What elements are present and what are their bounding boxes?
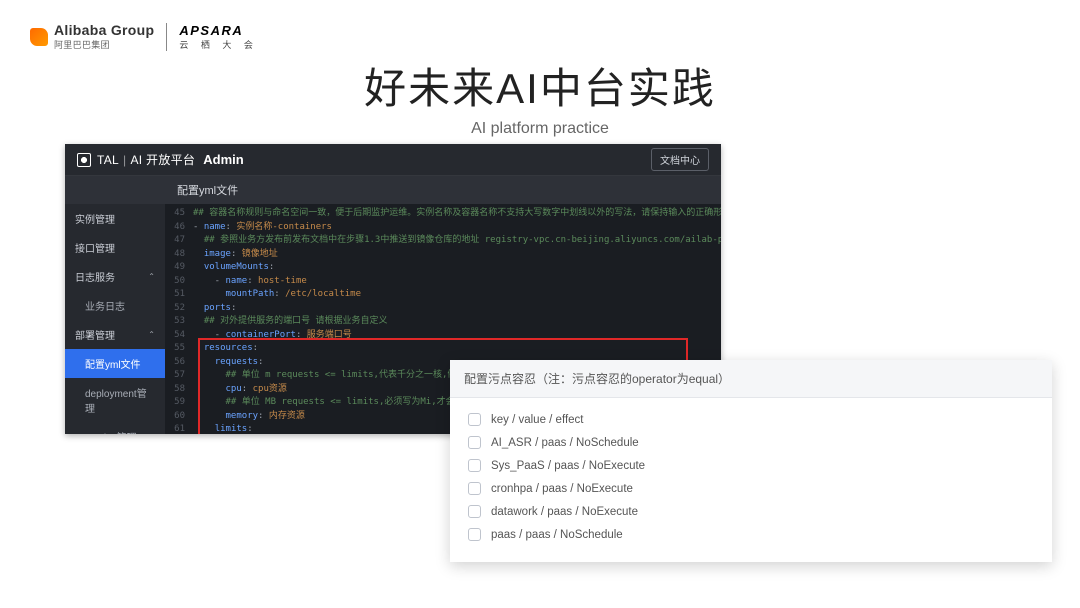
- sidebar-item-7[interactable]: service管理: [65, 422, 165, 434]
- sidebar-item-2[interactable]: 日志服务 ⌃: [65, 262, 165, 291]
- slide-subtitle: AI platform practice: [0, 120, 1080, 138]
- apsara-logo: APSARA 云 栖 大 会: [179, 23, 258, 51]
- sidebar-item-label: deployment管理: [85, 385, 155, 415]
- toleration-label: AI_ASR / paas / NoSchedule: [491, 437, 639, 449]
- toleration-label: key / value / effect: [491, 414, 583, 426]
- sidebar-item-label: 接口管理: [75, 240, 115, 255]
- toleration-row-3: cronhpa / paas / NoExecute: [468, 477, 1034, 500]
- toleration-label: Sys_PaaS / paas / NoExecute: [491, 460, 645, 472]
- sidebar-item-label: 配置yml文件: [85, 356, 141, 371]
- tolerations-body: key / value / effect AI_ASR / paas / NoSc…: [450, 398, 1052, 562]
- tolerations-header: 配置污点容忍（注：污点容忍的operator为equal）: [450, 360, 1052, 398]
- doc-center-button[interactable]: 文档中心: [651, 148, 709, 171]
- toleration-checkbox[interactable]: [468, 436, 481, 449]
- toleration-label: datawork / paas / NoExecute: [491, 506, 638, 518]
- chevron-up-icon: ⌃: [148, 272, 155, 281]
- toleration-checkbox[interactable]: [468, 528, 481, 541]
- toleration-checkbox[interactable]: [468, 413, 481, 426]
- chevron-up-icon: ⌃: [148, 330, 155, 339]
- sidebar-item-label: service管理: [85, 429, 137, 434]
- logo-divider: [166, 23, 167, 51]
- slide-title: 好未来AI中台实践: [0, 55, 1080, 116]
- tolerations-panel: 配置污点容忍（注：污点容忍的operator为equal） key / valu…: [450, 360, 1052, 562]
- toleration-checkbox[interactable]: [468, 505, 481, 518]
- tal-brand-suffix: AI 开放平台: [130, 153, 195, 167]
- sidebar-item-label: 实例管理: [75, 211, 115, 226]
- tal-admin-label: Admin: [203, 152, 243, 167]
- sidebar-item-0[interactable]: 实例管理: [65, 204, 165, 233]
- tal-sidebar: 实例管理接口管理日志服务 ⌃ 业务日志部署管理 ⌃ 配置yml文件 deployment管…: [65, 204, 165, 434]
- alibaba-logo-sub: 阿里巴巴集团: [54, 38, 154, 51]
- toleration-checkbox[interactable]: [468, 482, 481, 495]
- alibaba-logo: Alibaba Group 阿里巴巴集团: [30, 22, 154, 51]
- toleration-row-0: key / value / effect: [468, 408, 1034, 431]
- toleration-row-4: datawork / paas / NoExecute: [468, 500, 1034, 523]
- sidebar-item-5[interactable]: 配置yml文件: [65, 349, 165, 378]
- sidebar-item-label: 部署管理: [75, 327, 115, 342]
- apsara-logo-text: APSARA: [179, 23, 243, 38]
- tal-subbar: 配置yml文件: [65, 176, 721, 204]
- tal-header: TAL|AI 开放平台 Admin 文档中心: [65, 144, 721, 176]
- toleration-label: paas / paas / NoSchedule: [491, 529, 623, 541]
- sidebar-item-label: 业务日志: [85, 298, 125, 313]
- toleration-row-2: Sys_PaaS / paas / NoExecute: [468, 454, 1034, 477]
- sidebar-item-6[interactable]: deployment管理: [65, 378, 165, 422]
- slide-title-block: 好未来AI中台实践 AI platform practice: [0, 55, 1080, 138]
- logo-strip: Alibaba Group 阿里巴巴集团 APSARA 云 栖 大 会: [30, 22, 258, 51]
- apsara-logo-sub: 云 栖 大 会: [179, 38, 258, 51]
- alibaba-logo-text: Alibaba Group: [54, 22, 154, 38]
- sidebar-item-4[interactable]: 部署管理 ⌃: [65, 320, 165, 349]
- tal-logo-icon: [77, 153, 91, 167]
- toleration-checkbox[interactable]: [468, 459, 481, 472]
- tal-brand-prefix: TAL: [97, 153, 119, 167]
- sidebar-item-label: 日志服务: [75, 269, 115, 284]
- tal-brand: TAL|AI 开放平台: [97, 151, 195, 168]
- sidebar-item-3[interactable]: 业务日志: [65, 291, 165, 320]
- sidebar-item-1[interactable]: 接口管理: [65, 233, 165, 262]
- toleration-row-5: paas / paas / NoSchedule: [468, 523, 1034, 546]
- toleration-label: cronhpa / paas / NoExecute: [491, 483, 633, 495]
- toleration-row-1: AI_ASR / paas / NoSchedule: [468, 431, 1034, 454]
- editor-gutter: 45 46 47 48 49 50 51 52 53 54 55 56 57 5…: [165, 204, 189, 434]
- tal-subbar-title: 配置yml文件: [65, 182, 238, 198]
